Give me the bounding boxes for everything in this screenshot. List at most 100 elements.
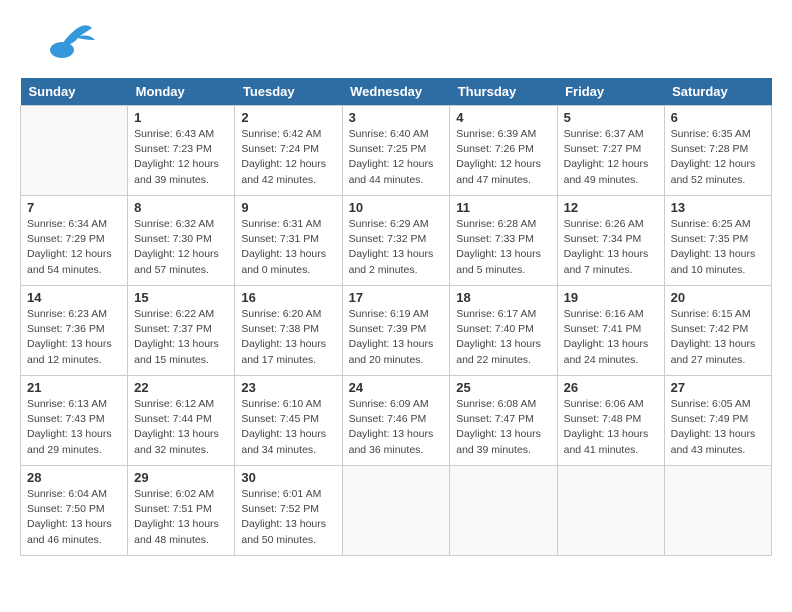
day-number: 22 [134,380,228,395]
day-number: 25 [456,380,550,395]
day-number: 7 [27,200,121,215]
calendar-cell: 24 Sunrise: 6:09 AMSunset: 7:46 PMDayligh… [342,376,450,466]
day-info: Sunrise: 6:04 AMSunset: 7:50 PMDaylight:… [27,487,121,548]
day-info: Sunrise: 6:13 AMSunset: 7:43 PMDaylight:… [27,397,121,458]
day-number: 20 [671,290,765,305]
day-info: Sunrise: 6:37 AMSunset: 7:27 PMDaylight:… [564,127,658,188]
calendar-cell: 26 Sunrise: 6:06 AMSunset: 7:48 PMDayligh… [557,376,664,466]
calendar-cell: 5 Sunrise: 6:37 AMSunset: 7:27 PMDaylight… [557,106,664,196]
day-number: 8 [134,200,228,215]
day-number: 11 [456,200,550,215]
day-info: Sunrise: 6:25 AMSunset: 7:35 PMDaylight:… [671,217,765,278]
day-number: 4 [456,110,550,125]
day-info: Sunrise: 6:43 AMSunset: 7:23 PMDaylight:… [134,127,228,188]
calendar-header-wednesday: Wednesday [342,78,450,106]
calendar-header-friday: Friday [557,78,664,106]
day-number: 21 [27,380,121,395]
page-header [20,20,772,70]
day-number: 30 [241,470,335,485]
day-number: 5 [564,110,658,125]
day-number: 14 [27,290,121,305]
day-info: Sunrise: 6:12 AMSunset: 7:44 PMDaylight:… [134,397,228,458]
calendar-cell: 12 Sunrise: 6:26 AMSunset: 7:34 PMDayligh… [557,196,664,286]
calendar-cell: 15 Sunrise: 6:22 AMSunset: 7:37 PMDayligh… [128,286,235,376]
calendar-cell: 27Sunrise: 6:05 AMSunset: 7:49 PMDayligh… [664,376,771,466]
calendar-cell: 18 Sunrise: 6:17 AMSunset: 7:40 PMDayligh… [450,286,557,376]
calendar-cell [664,466,771,556]
calendar-header-thursday: Thursday [450,78,557,106]
day-info: Sunrise: 6:20 AMSunset: 7:38 PMDaylight:… [241,307,335,368]
day-info: Sunrise: 6:06 AMSunset: 7:48 PMDaylight:… [564,397,658,458]
calendar-cell: 10 Sunrise: 6:29 AMSunset: 7:32 PMDayligh… [342,196,450,286]
calendar-cell: 21 Sunrise: 6:13 AMSunset: 7:43 PMDayligh… [21,376,128,466]
calendar-cell [557,466,664,556]
calendar-week-row: 28Sunrise: 6:04 AMSunset: 7:50 PMDayligh… [21,466,772,556]
day-number: 2 [241,110,335,125]
day-number: 29 [134,470,228,485]
logo [20,20,100,70]
calendar-cell: 6Sunrise: 6:35 AMSunset: 7:28 PMDaylight… [664,106,771,196]
day-number: 19 [564,290,658,305]
calendar-cell: 19 Sunrise: 6:16 AMSunset: 7:41 PMDayligh… [557,286,664,376]
calendar-header-row: SundayMondayTuesdayWednesdayThursdayFrid… [21,78,772,106]
day-number: 3 [349,110,444,125]
calendar-cell: 30 Sunrise: 6:01 AMSunset: 7:52 PMDayligh… [235,466,342,556]
day-number: 18 [456,290,550,305]
day-number: 26 [564,380,658,395]
day-info: Sunrise: 6:10 AMSunset: 7:45 PMDaylight:… [241,397,335,458]
calendar-cell: 3 Sunrise: 6:40 AMSunset: 7:25 PMDaylight… [342,106,450,196]
calendar-cell: 25 Sunrise: 6:08 AMSunset: 7:47 PMDayligh… [450,376,557,466]
day-info: Sunrise: 6:19 AMSunset: 7:39 PMDaylight:… [349,307,444,368]
day-info: Sunrise: 6:09 AMSunset: 7:46 PMDaylight:… [349,397,444,458]
calendar-cell: 23 Sunrise: 6:10 AMSunset: 7:45 PMDayligh… [235,376,342,466]
calendar-cell: 14 Sunrise: 6:23 AMSunset: 7:36 PMDayligh… [21,286,128,376]
calendar-week-row: 14 Sunrise: 6:23 AMSunset: 7:36 PMDayligh… [21,286,772,376]
day-number: 10 [349,200,444,215]
calendar-cell: 20 Sunrise: 6:15 AMSunset: 7:42 PMDayligh… [664,286,771,376]
day-info: Sunrise: 6:01 AMSunset: 7:52 PMDaylight:… [241,487,335,548]
day-info: Sunrise: 6:39 AMSunset: 7:26 PMDaylight:… [456,127,550,188]
calendar-cell [450,466,557,556]
day-number: 13 [671,200,765,215]
day-info: Sunrise: 6:23 AMSunset: 7:36 PMDaylight:… [27,307,121,368]
day-info: Sunrise: 6:16 AMSunset: 7:41 PMDaylight:… [564,307,658,368]
day-number: 24 [349,380,444,395]
day-info: Sunrise: 6:26 AMSunset: 7:34 PMDaylight:… [564,217,658,278]
day-info: Sunrise: 6:31 AMSunset: 7:31 PMDaylight:… [241,217,335,278]
day-info: Sunrise: 6:08 AMSunset: 7:47 PMDaylight:… [456,397,550,458]
calendar-cell: 29 Sunrise: 6:02 AMSunset: 7:51 PMDayligh… [128,466,235,556]
day-number: 16 [241,290,335,305]
calendar-header-monday: Monday [128,78,235,106]
day-info: Sunrise: 6:17 AMSunset: 7:40 PMDaylight:… [456,307,550,368]
day-info: Sunrise: 6:28 AMSunset: 7:33 PMDaylight:… [456,217,550,278]
calendar-header-sunday: Sunday [21,78,128,106]
calendar-cell: 8 Sunrise: 6:32 AMSunset: 7:30 PMDaylight… [128,196,235,286]
day-info: Sunrise: 6:02 AMSunset: 7:51 PMDaylight:… [134,487,228,548]
day-info: Sunrise: 6:32 AMSunset: 7:30 PMDaylight:… [134,217,228,278]
day-info: Sunrise: 6:22 AMSunset: 7:37 PMDaylight:… [134,307,228,368]
calendar-table: SundayMondayTuesdayWednesdayThursdayFrid… [20,78,772,556]
calendar-cell [342,466,450,556]
day-info: Sunrise: 6:34 AMSunset: 7:29 PMDaylight:… [27,217,121,278]
calendar-cell: 11 Sunrise: 6:28 AMSunset: 7:33 PMDayligh… [450,196,557,286]
calendar-cell: 1Sunrise: 6:43 AMSunset: 7:23 PMDaylight… [128,106,235,196]
calendar-cell: 28Sunrise: 6:04 AMSunset: 7:50 PMDayligh… [21,466,128,556]
calendar-week-row: 7 Sunrise: 6:34 AMSunset: 7:29 PMDaylight… [21,196,772,286]
day-info: Sunrise: 6:40 AMSunset: 7:25 PMDaylight:… [349,127,444,188]
day-number: 15 [134,290,228,305]
calendar-cell: 2 Sunrise: 6:42 AMSunset: 7:24 PMDaylight… [235,106,342,196]
day-info: Sunrise: 6:42 AMSunset: 7:24 PMDaylight:… [241,127,335,188]
calendar-cell: 17Sunrise: 6:19 AMSunset: 7:39 PMDayligh… [342,286,450,376]
day-info: Sunrise: 6:15 AMSunset: 7:42 PMDaylight:… [671,307,765,368]
day-number: 12 [564,200,658,215]
calendar-cell [21,106,128,196]
calendar-cell: 9Sunrise: 6:31 AMSunset: 7:31 PMDaylight… [235,196,342,286]
calendar-header-tuesday: Tuesday [235,78,342,106]
day-info: Sunrise: 6:29 AMSunset: 7:32 PMDaylight:… [349,217,444,278]
calendar-week-row: 21 Sunrise: 6:13 AMSunset: 7:43 PMDayligh… [21,376,772,466]
calendar-cell: 7 Sunrise: 6:34 AMSunset: 7:29 PMDaylight… [21,196,128,286]
day-number: 23 [241,380,335,395]
calendar-cell: 13 Sunrise: 6:25 AMSunset: 7:35 PMDayligh… [664,196,771,286]
day-info: Sunrise: 6:05 AMSunset: 7:49 PMDaylight:… [671,397,765,458]
calendar-cell: 16 Sunrise: 6:20 AMSunset: 7:38 PMDayligh… [235,286,342,376]
